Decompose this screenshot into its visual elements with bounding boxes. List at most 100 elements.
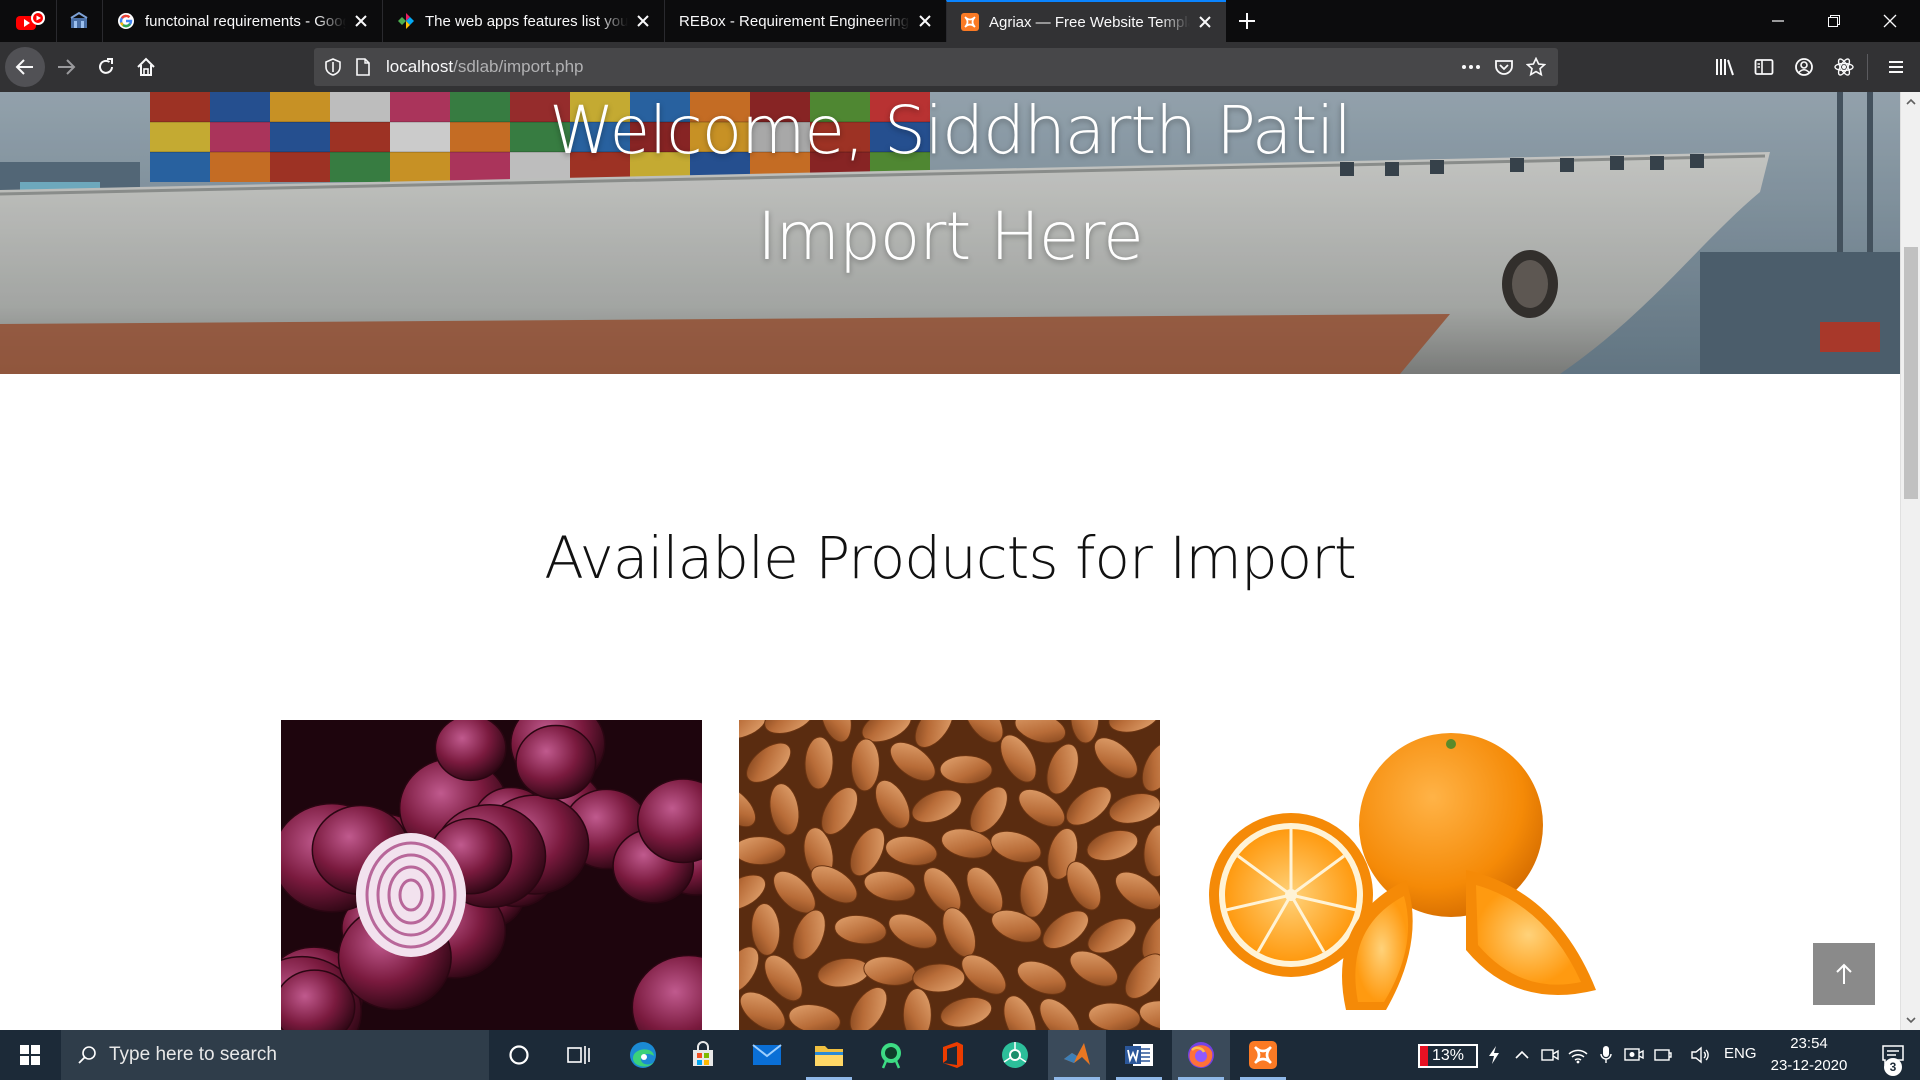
tab-title: The web apps features list you need (425, 12, 628, 30)
url-text[interactable]: localhost/sdlab/import.php (386, 57, 584, 77)
reload-icon (96, 57, 116, 77)
url-path: /sdlab/import.php (453, 57, 584, 76)
android-studio-icon (877, 1041, 905, 1069)
scroll-up-arrow-icon[interactable] (1905, 96, 1917, 108)
url-host: localhost (386, 57, 454, 76)
taskbar-app-word[interactable] (1110, 1030, 1168, 1080)
taskbar-app-xampp[interactable] (1234, 1030, 1292, 1080)
chrome-canary-icon (1000, 1040, 1030, 1070)
charging-bolt-icon (1484, 1045, 1504, 1065)
battery-status[interactable]: 13% (1418, 1044, 1478, 1068)
page-info-icon[interactable] (354, 58, 372, 76)
windows-taskbar: Type here to search 13% ENG 23:54 23-12-… (0, 1030, 1920, 1080)
sidebar-icon[interactable] (1752, 55, 1776, 79)
taskbar-app-android-studio[interactable] (862, 1030, 920, 1080)
xampp-icon (961, 13, 979, 31)
tab-google-search[interactable]: functoinal requirements - Google Search (102, 0, 382, 42)
search-placeholder: Type here to search (109, 1044, 277, 1065)
reload-button[interactable] (86, 47, 126, 87)
battery-percent: 13% (1431, 1047, 1465, 1064)
input-language-indicator[interactable]: ENG (1724, 1045, 1757, 1062)
product-card-oranges[interactable] (1196, 720, 1617, 1030)
taskbar-app-matlab[interactable] (1048, 1030, 1106, 1080)
meet-now-icon[interactable] (1624, 1045, 1644, 1065)
react-devtools-icon[interactable] (1832, 55, 1856, 79)
hamburger-menu-icon[interactable] (1884, 55, 1908, 79)
library-icon[interactable] (1713, 55, 1737, 79)
tab-web-apps-features[interactable]: The web apps features list you need (382, 0, 664, 42)
clock-time[interactable]: 23:54 (1768, 1035, 1850, 1052)
product-card-almonds[interactable] (739, 720, 1160, 1030)
new-tab-button[interactable] (1234, 0, 1260, 42)
back-button[interactable] (5, 47, 45, 87)
clock-date[interactable]: 23-12-2020 (1768, 1057, 1850, 1074)
xampp-icon (1249, 1041, 1277, 1069)
windows-logo-icon (20, 1045, 40, 1065)
minimize-button[interactable] (1750, 0, 1806, 42)
mail-icon (752, 1043, 782, 1067)
power-plug-icon[interactable] (1652, 1045, 1672, 1065)
volume-icon[interactable] (1690, 1045, 1710, 1065)
close-tab-icon[interactable] (352, 12, 370, 30)
scroll-down-arrow-icon[interactable] (1905, 1014, 1917, 1026)
notification-count-badge: 3 (1884, 1058, 1902, 1076)
task-view-button[interactable] (550, 1030, 608, 1080)
close-tab-icon[interactable] (1196, 13, 1214, 31)
taskbar-app-edge[interactable] (614, 1030, 672, 1080)
close-icon (1883, 14, 1897, 28)
taskbar-app-chrome-canary[interactable] (986, 1030, 1044, 1080)
browser-tab-strip: functoinal requirements - Google Search … (0, 0, 1920, 42)
google-icon (117, 12, 135, 30)
taskbar-search-box[interactable]: Type here to search (61, 1030, 489, 1080)
address-bar[interactable]: localhost/sdlab/import.php (314, 48, 1558, 86)
page-actions-icon[interactable] (1460, 57, 1482, 77)
hero-banner: Welcome, Siddharth Patil Import Here (0, 92, 1900, 374)
wifi-icon[interactable] (1568, 1045, 1588, 1065)
taskbar-app-firefox[interactable] (1172, 1030, 1230, 1080)
matlab-icon (1062, 1041, 1092, 1069)
product-card-onions[interactable] (281, 720, 702, 1030)
section-title: Available Products for Import (544, 524, 1357, 592)
cortana-button[interactable] (490, 1030, 548, 1080)
pocket-icon[interactable] (1494, 57, 1514, 77)
start-button[interactable] (0, 1030, 60, 1080)
plus-icon (1238, 12, 1256, 30)
colorful-logo-icon (397, 12, 415, 30)
minimize-icon (1772, 15, 1784, 27)
pinned-tab-youtube[interactable] (8, 0, 52, 42)
close-window-button[interactable] (1862, 0, 1918, 42)
file-explorer-icon (814, 1042, 844, 1068)
close-tab-icon[interactable] (634, 12, 652, 30)
forward-button[interactable] (46, 47, 86, 87)
pinned-site-icon (68, 10, 90, 32)
page-scrollbar[interactable] (1900, 92, 1920, 1030)
search-icon (77, 1045, 97, 1065)
red-onions-image (281, 720, 702, 1030)
scroll-to-top-button[interactable] (1813, 943, 1875, 1005)
arrow-left-icon (15, 57, 35, 77)
show-hidden-icons-chevron-icon[interactable] (1512, 1045, 1532, 1065)
bookmark-star-icon[interactable] (1526, 57, 1546, 77)
tab-rebox[interactable]: REBox - Requirement Engineering Box (664, 0, 946, 42)
close-tab-icon[interactable] (916, 12, 934, 30)
taskbar-app-store[interactable] (674, 1030, 732, 1080)
restore-button[interactable] (1806, 0, 1862, 42)
tab-agriax[interactable]: Agriax — Free Website Template (946, 0, 1226, 42)
toolbar-separator (1867, 54, 1868, 80)
office-icon (940, 1041, 966, 1069)
scroll-thumb[interactable] (1904, 247, 1918, 499)
home-button[interactable] (126, 47, 166, 87)
pinned-tab-site[interactable] (56, 0, 100, 42)
microphone-icon[interactable] (1596, 1045, 1616, 1065)
camera-icon[interactable] (1540, 1045, 1560, 1065)
welcome-heading: Welcome, Siddharth Patil (549, 92, 1352, 169)
taskbar-app-file-explorer[interactable] (800, 1030, 858, 1080)
navigation-toolbar: localhost/sdlab/import.php (0, 42, 1920, 92)
taskbar-app-mail[interactable] (738, 1030, 796, 1080)
account-icon[interactable] (1792, 55, 1816, 79)
tracking-protection-icon[interactable] (324, 58, 342, 76)
almonds-image (739, 720, 1160, 1030)
edge-icon (628, 1040, 658, 1070)
oranges-image (1196, 720, 1617, 1030)
taskbar-app-office[interactable] (924, 1030, 982, 1080)
